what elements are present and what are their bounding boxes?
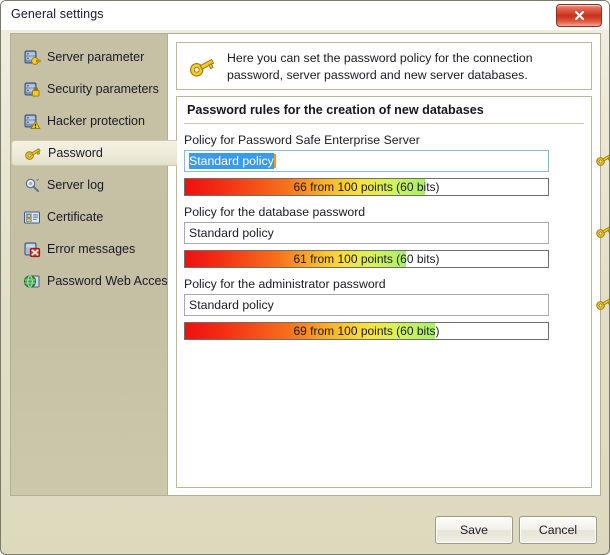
server-warning-icon	[23, 113, 41, 130]
error-icon	[23, 241, 41, 258]
server-lock-icon	[23, 81, 41, 98]
key-icon	[187, 52, 217, 82]
password-strength-bar: 66 from 100 points (60 bits)	[184, 178, 549, 196]
policy-field-row: Standard policy	[184, 150, 609, 172]
settings-sidebar: Server parameter Security parameters Hacke…	[10, 33, 177, 496]
sidebar-item-label: Password	[48, 146, 103, 160]
sidebar-item-hacker-protection[interactable]: Hacker protection	[11, 108, 169, 134]
policy-field-label: Policy for the database password	[184, 205, 366, 219]
policy-input[interactable]: Standard policy	[184, 222, 549, 244]
policy-field-block: Policy for Password Safe Enterprise Serv…	[184, 133, 609, 196]
sidebar-item-server-parameter[interactable]: Server parameter	[11, 44, 169, 70]
policy-key-button[interactable]	[595, 223, 609, 243]
policy-field-row: Standard policy	[184, 222, 609, 244]
policy-field-label: Policy for the administrator password	[184, 277, 386, 291]
password-strength-label: 69 from 100 points (60 bits)	[293, 324, 440, 338]
sidebar-item-label: Hacker protection	[47, 114, 145, 128]
general-settings-dialog: General settings Server parameter Securit…	[0, 0, 610, 555]
sidebar-item-label: Password Web Access	[47, 274, 174, 288]
info-text: Here you can set the password policy for…	[227, 51, 533, 82]
policy-input-value: Standard policy	[189, 153, 274, 169]
policy-input[interactable]: Standard policy	[184, 294, 549, 316]
password-strength-bar: 69 from 100 points (60 bits)	[184, 322, 549, 340]
policy-input-value: Standard policy	[189, 226, 274, 240]
password-rules-group: Password rules for the creation of new d…	[176, 96, 609, 488]
server-icon	[23, 49, 41, 66]
close-x-glyph	[574, 10, 584, 21]
policy-field-block: Policy for the administrator password Sta…	[184, 277, 609, 340]
dialog-footer: Save Cancel	[1, 502, 609, 554]
sidebar-item-server-log[interactable]: Server log	[11, 172, 169, 198]
password-strength-bar: 61 from 100 points (60 bits)	[184, 250, 549, 268]
globe-icon	[23, 273, 41, 290]
key-icon	[24, 145, 42, 162]
sidebar-item-security-parameters[interactable]: Security parameters	[11, 76, 169, 102]
save-button[interactable]: Save	[435, 516, 513, 544]
close-button[interactable]	[556, 4, 602, 27]
policy-input-value: Standard policy	[189, 298, 274, 312]
group-title: Password rules for the creation of new d…	[187, 103, 484, 117]
magnifier-log-icon	[23, 177, 41, 194]
sidebar-item-password-web-access[interactable]: Password Web Access	[11, 268, 174, 294]
policy-field-block: Policy for the database password Standard…	[184, 205, 609, 268]
policy-input[interactable]: Standard policy	[184, 150, 549, 172]
policy-key-button[interactable]	[595, 295, 609, 315]
sidebar-item-label: Server log	[47, 178, 104, 192]
close-icon	[557, 5, 601, 26]
sidebar-item-certificate[interactable]: Certificate	[11, 204, 169, 230]
policy-key-button[interactable]	[595, 151, 609, 171]
policy-field-row: Standard policy	[184, 294, 609, 316]
sidebar-item-error-messages[interactable]: Error messages	[11, 236, 169, 262]
sidebar-item-label: Server parameter	[47, 50, 145, 64]
sidebar-item-label: Error messages	[47, 242, 136, 256]
info-banner: Here you can set the password policy for…	[176, 42, 592, 90]
window-title: General settings	[11, 7, 104, 21]
password-strength-label: 66 from 100 points (60 bits)	[293, 180, 440, 194]
sidebar-item-password[interactable]: Password	[11, 140, 177, 166]
certificate-icon	[23, 209, 41, 226]
group-divider	[184, 123, 584, 124]
content-panel: Here you can set the password policy for…	[167, 33, 609, 496]
cancel-button[interactable]: Cancel	[519, 516, 597, 544]
text-caret	[273, 154, 276, 168]
password-strength-label: 61 from 100 points (60 bits)	[293, 252, 440, 266]
sidebar-item-label: Certificate	[47, 210, 104, 224]
sidebar-item-label: Security parameters	[47, 82, 159, 96]
title-bar: General settings	[1, 1, 609, 30]
policy-field-label: Policy for Password Safe Enterprise Serv…	[184, 133, 420, 147]
